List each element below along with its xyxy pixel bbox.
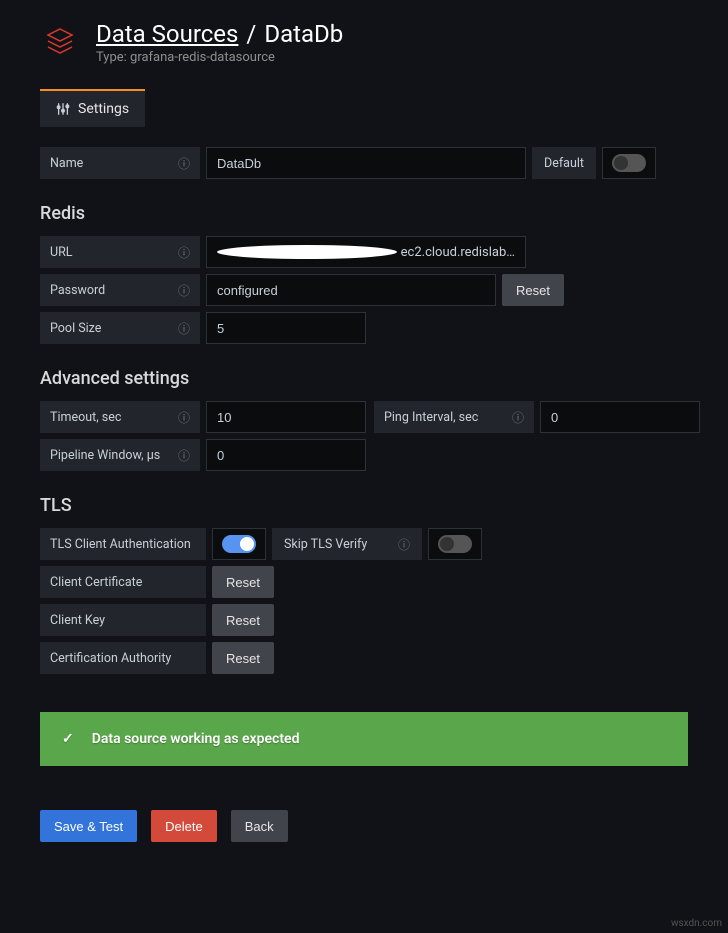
ca-reset-button[interactable]: Reset (212, 642, 274, 674)
client-cert-reset-button[interactable]: Reset (212, 566, 274, 598)
label-ca-text: Certification Authority (50, 651, 171, 666)
section-advanced-title: Advanced settings (40, 368, 688, 389)
info-icon[interactable]: ⓘ (178, 244, 190, 261)
name-input[interactable] (206, 147, 526, 179)
save-test-button[interactable]: Save & Test (40, 810, 137, 842)
info-icon[interactable]: ⓘ (178, 282, 190, 299)
info-icon[interactable]: ⓘ (178, 155, 190, 172)
label-pipeline: Pipeline Window, µs ⓘ (40, 439, 200, 471)
label-skip-tls-verify: Skip TLS Verify ⓘ (272, 528, 422, 560)
row-url: URL ⓘ ec2.cloud.redislab… (40, 236, 688, 268)
label-password: Password ⓘ (40, 274, 200, 306)
skip-tls-verify-toggle-wrap (428, 528, 482, 560)
status-message: Data source working as expected (92, 731, 300, 747)
label-tls-client-auth: TLS Client Authentication (40, 528, 206, 560)
label-client-cert: Client Certificate (40, 566, 206, 598)
label-pool-size: Pool Size ⓘ (40, 312, 200, 344)
label-url-text: URL (50, 245, 73, 260)
pipeline-input[interactable] (206, 439, 366, 471)
row-pool-size: Pool Size ⓘ (40, 312, 688, 344)
label-default: Default (532, 147, 596, 179)
tab-settings[interactable]: Settings (40, 89, 145, 127)
breadcrumb-link[interactable]: Data Sources (96, 20, 238, 48)
back-button[interactable]: Back (231, 810, 288, 842)
password-reset-button[interactable]: Reset (502, 274, 564, 306)
delete-button[interactable]: Delete (151, 810, 217, 842)
breadcrumb-current: DataDb (264, 20, 343, 48)
breadcrumb: Data Sources / DataDb (96, 20, 343, 48)
label-password-text: Password (50, 283, 105, 298)
info-icon[interactable]: ⓘ (178, 447, 190, 464)
row-tls-auth: TLS Client Authentication Skip TLS Verif… (40, 528, 688, 560)
skip-tls-verify-toggle[interactable] (438, 535, 472, 553)
tab-settings-label: Settings (78, 101, 129, 117)
label-pipeline-text: Pipeline Window, µs (50, 448, 160, 463)
label-name: Name ⓘ (40, 147, 200, 179)
row-client-cert: Client Certificate Reset (40, 566, 688, 598)
client-key-reset-button[interactable]: Reset (212, 604, 274, 636)
tabs: Settings (40, 89, 688, 127)
check-icon: ✓ (62, 731, 74, 747)
label-client-key: Client Key (40, 604, 206, 636)
default-toggle-wrap (602, 147, 656, 179)
watermark: wsxdn.com (671, 918, 722, 929)
info-icon[interactable]: ⓘ (178, 320, 190, 337)
info-icon[interactable]: ⓘ (178, 409, 190, 426)
breadcrumb-separator: / (246, 20, 256, 48)
label-timeout-text: Timeout, sec (50, 410, 121, 425)
label-name-text: Name (50, 156, 83, 171)
section-tls-title: TLS (40, 495, 688, 516)
label-skip-tls-verify-text: Skip TLS Verify (284, 537, 367, 552)
sliders-icon (56, 102, 70, 116)
label-client-cert-text: Client Certificate (50, 575, 142, 590)
datasource-icon (40, 23, 80, 63)
footer-actions: Save & Test Delete Back (40, 810, 688, 842)
timeout-input[interactable] (206, 401, 366, 433)
section-redis-title: Redis (40, 203, 688, 224)
pool-size-input[interactable] (206, 312, 366, 344)
info-icon[interactable]: ⓘ (512, 409, 524, 426)
ping-interval-input[interactable] (540, 401, 700, 433)
url-input[interactable]: ec2.cloud.redislab… (206, 236, 526, 268)
label-timeout: Timeout, sec ⓘ (40, 401, 200, 433)
row-timeout: Timeout, sec ⓘ (40, 401, 366, 433)
label-ca: Certification Authority (40, 642, 206, 674)
label-client-key-text: Client Key (50, 613, 105, 628)
tls-client-auth-toggle-wrap (212, 528, 266, 560)
label-url: URL ⓘ (40, 236, 200, 268)
row-ping-interval: Ping Interval, sec ⓘ (374, 401, 700, 433)
info-icon[interactable]: ⓘ (398, 536, 410, 553)
page-header: Data Sources / DataDb Type: grafana-redi… (40, 20, 688, 65)
row-pipeline: Pipeline Window, µs ⓘ (40, 439, 688, 471)
row-ca: Certification Authority Reset (40, 642, 688, 674)
label-pool-size-text: Pool Size (50, 321, 101, 336)
label-ping-text: Ping Interval, sec (384, 410, 478, 425)
datasource-type: Type: grafana-redis-datasource (96, 50, 343, 65)
url-redacted-icon (217, 245, 397, 259)
url-suffix: ec2.cloud.redislab… (401, 245, 515, 260)
tls-client-auth-toggle[interactable] (222, 535, 256, 553)
status-alert: ✓ Data source working as expected (40, 712, 688, 766)
label-tls-client-auth-text: TLS Client Authentication (50, 537, 191, 552)
password-input (206, 274, 496, 306)
label-ping-interval: Ping Interval, sec ⓘ (374, 401, 534, 433)
default-toggle[interactable] (612, 154, 646, 172)
row-password: Password ⓘ Reset (40, 274, 688, 306)
row-client-key: Client Key Reset (40, 604, 688, 636)
row-name: Name ⓘ Default (40, 147, 688, 179)
